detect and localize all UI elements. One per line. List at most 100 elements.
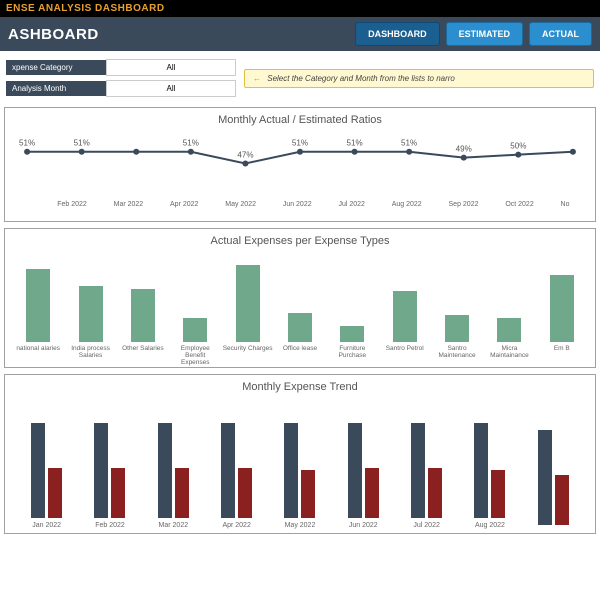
svg-text:51%: 51%: [346, 139, 362, 148]
group-column: Apr 2022: [205, 418, 268, 529]
grouped-bar: [474, 423, 488, 518]
svg-text:51%: 51%: [401, 139, 417, 148]
group-column: May 2022: [268, 418, 331, 529]
bar-column: Employee Benefit Expenses: [170, 318, 220, 363]
chart-expense-types-plot: national alaries India process Salaries Ot…: [9, 253, 591, 363]
bar-column: national alaries: [13, 269, 63, 363]
grouped-bar: [348, 423, 362, 518]
bar-label: Furniture Purchase: [327, 345, 377, 363]
grouped-bar: [411, 423, 425, 518]
arrow-left-icon: ←: [253, 74, 261, 83]
grouped-bar: [284, 423, 298, 518]
bar: [131, 289, 155, 342]
group-column: Jul 2022: [395, 418, 458, 529]
xaxis-label: Feb 2022: [57, 201, 87, 208]
bar-label: Micra Maintainance: [484, 345, 534, 363]
xaxis-label: Oct 2022: [505, 201, 533, 208]
svg-text:51%: 51%: [19, 139, 35, 148]
bar-column: Micra Maintainance: [484, 318, 534, 363]
filter-category-select[interactable]: All: [106, 59, 236, 76]
filter-category-label: xpense Category: [6, 60, 106, 75]
grouped-bar: [94, 423, 108, 518]
bar-label: Other Salaries: [122, 345, 164, 363]
grouped-bar: [238, 468, 252, 518]
group-label: Apr 2022: [222, 522, 250, 529]
bar: [393, 291, 417, 342]
filter-bar: xpense Category All Analysis Month All ←…: [0, 51, 600, 101]
bar: [183, 318, 207, 342]
tab-dashboard[interactable]: DASHBOARD: [355, 22, 440, 46]
bar: [497, 318, 521, 342]
filter-month-label: Analysis Month: [6, 81, 106, 96]
svg-text:51%: 51%: [183, 139, 199, 148]
bar-column: Security Charges: [222, 265, 272, 363]
tab-estimated[interactable]: ESTIMATED: [446, 22, 523, 46]
bar: [79, 286, 103, 342]
chart-expense-types-title: Actual Expenses per Expense Types: [9, 233, 591, 253]
bar: [445, 315, 469, 342]
bar: [340, 326, 364, 342]
grouped-bar: [365, 468, 379, 518]
group-column: [522, 425, 585, 529]
bar-label: Security Charges: [223, 345, 273, 363]
group-label: Mar 2022: [159, 522, 189, 529]
bar-label: Employee Benefit Expenses: [170, 345, 220, 363]
xaxis-label: Jul 2022: [338, 201, 364, 208]
page-title: ASHBOARD: [8, 26, 99, 43]
bar-label: national alaries: [16, 345, 60, 363]
xaxis-label: Jun 2022: [283, 201, 312, 208]
bar-label: India process Salaries: [65, 345, 115, 363]
bar-label: Em B: [554, 345, 570, 363]
hint-text: Select the Category and Month from the l…: [267, 74, 455, 83]
svg-text:51%: 51%: [74, 139, 90, 148]
bar-column: Em B: [537, 275, 587, 363]
grouped-bar: [111, 468, 125, 518]
chart-ratios-plot: 51% 51% 51% 47% 51% 51% 51% 49% 50% Feb 2022 Mar …: [9, 132, 591, 217]
xaxis-label: Apr 2022: [170, 201, 198, 208]
chart-monthly-trend-plot: Jan 2022 Feb 2022 Mar 2022 Apr 2022 May 2022…: [9, 399, 591, 529]
filter-month-select[interactable]: All: [106, 80, 236, 97]
grouped-bar: [428, 468, 442, 518]
grouped-bar: [48, 468, 62, 518]
chart-monthly-trend: Monthly Expense Trend Jan 2022 Feb 2022 Ma…: [4, 374, 596, 534]
chart-ratios-title: Monthly Actual / Estimated Ratios: [9, 112, 591, 132]
bar-column: Santro Petrol: [380, 291, 430, 363]
hint-banner: ← Select the Category and Month from the…: [244, 69, 594, 88]
chart-ratios: Monthly Actual / Estimated Ratios 51%51%…: [4, 107, 596, 222]
svg-text:50%: 50%: [510, 142, 526, 151]
bar-label: Santro Maintenance: [432, 345, 482, 363]
bar-column: Santro Maintenance: [432, 315, 482, 363]
bar-column: Furniture Purchase: [327, 326, 377, 363]
chart-monthly-trend-title: Monthly Expense Trend: [9, 379, 591, 399]
group-column: Jan 2022: [15, 418, 78, 529]
xaxis-label: Aug 2022: [392, 201, 422, 208]
group-label: Feb 2022: [95, 522, 125, 529]
svg-text:47%: 47%: [237, 151, 253, 160]
bar-column: Other Salaries: [118, 289, 168, 363]
bar: [236, 265, 260, 342]
bar-column: Office lease: [275, 313, 325, 363]
svg-text:51%: 51%: [292, 139, 308, 148]
grouped-bar: [31, 423, 45, 518]
window-titlebar: ENSE ANALYSIS DASHBOARD: [0, 0, 600, 17]
xaxis-label: No: [561, 201, 570, 208]
grouped-bar: [221, 423, 235, 518]
group-label: Jul 2022: [413, 522, 439, 529]
tab-bar: DASHBOARD ESTIMATED ACTUAL: [355, 22, 592, 46]
bar: [550, 275, 574, 342]
xaxis-label: Mar 2022: [114, 201, 144, 208]
grouped-bar: [175, 468, 189, 518]
tab-actual[interactable]: ACTUAL: [529, 22, 592, 46]
bar-column: India process Salaries: [65, 286, 115, 363]
group-column: Mar 2022: [142, 418, 205, 529]
bar: [288, 313, 312, 342]
grouped-bar: [555, 475, 569, 525]
group-column: Jun 2022: [332, 418, 395, 529]
group-column: Aug 2022: [458, 418, 521, 529]
group-label: Jan 2022: [32, 522, 61, 529]
xaxis-label: Sep 2022: [449, 201, 479, 208]
bar: [26, 269, 50, 342]
svg-text:49%: 49%: [456, 145, 472, 154]
group-label: May 2022: [285, 522, 316, 529]
grouped-bar: [158, 423, 172, 518]
